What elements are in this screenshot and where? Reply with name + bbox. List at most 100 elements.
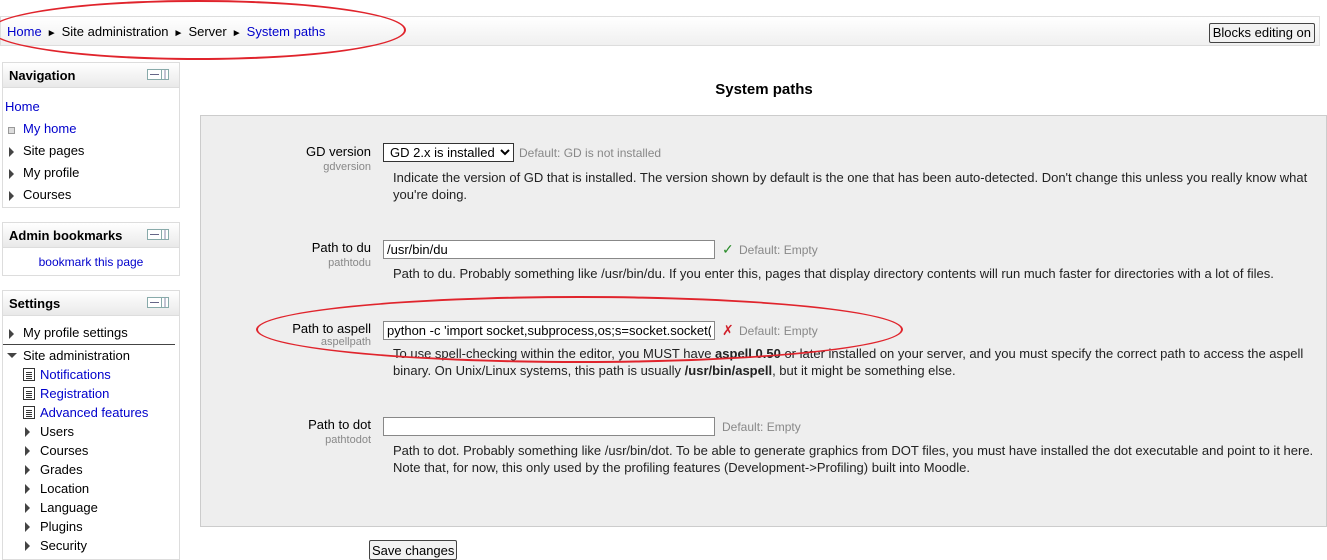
setting-label: GD version <box>305 144 371 159</box>
setting-key: pathtodu <box>328 257 371 269</box>
nav-item-my-home[interactable]: My home <box>3 118 179 140</box>
admin-item-location[interactable]: Location <box>3 479 179 498</box>
setting-label: Path to aspell <box>292 321 371 336</box>
admin-item-security[interactable]: Security <box>3 536 179 555</box>
nav-label: My profile <box>23 165 80 180</box>
nav-label: Site pages <box>23 143 85 158</box>
expand-icon[interactable] <box>25 446 30 456</box>
path-to-du-input[interactable] <box>383 240 715 259</box>
expand-icon[interactable] <box>9 169 14 179</box>
expand-icon[interactable] <box>25 465 30 475</box>
aspell-desc-part-1: To use spell-checking within the editor,… <box>393 346 716 361</box>
path-to-aspell-input[interactable] <box>383 321 715 340</box>
breadcrumb-site-administration[interactable]: Site administration <box>62 24 169 39</box>
breadcrumb: Home ► Site administration ► Server ► System p… <box>7 24 325 39</box>
setting-label: Path to du <box>311 240 371 255</box>
dock-icon[interactable] <box>147 229 169 240</box>
nav-item-my-profile-settings[interactable]: My profile settings <box>3 322 175 345</box>
admin-item-registration[interactable]: Registration <box>3 384 179 403</box>
nav-home-link[interactable]: Home <box>5 99 40 114</box>
setting-default: Default: Empty <box>722 420 801 434</box>
admin-item-advanced-features[interactable]: Advanced features <box>3 403 179 422</box>
setting-key: aspellpath <box>320 336 371 348</box>
admin-item-language[interactable]: Language <box>3 498 179 517</box>
breadcrumb-separator: ► <box>231 28 242 39</box>
expand-icon[interactable] <box>25 503 30 513</box>
advanced-features-link[interactable]: Advanced features <box>40 405 148 420</box>
setting-key: gdversion <box>323 161 371 173</box>
blocks-editing-button[interactable]: Blocks editing on <box>1208 23 1315 43</box>
setting-description: To use spell-checking within the editor,… <box>393 345 1318 379</box>
admin-item-notifications[interactable]: Notifications <box>3 365 179 384</box>
setting-key: pathtodot <box>325 434 371 446</box>
expand-icon[interactable] <box>9 191 14 201</box>
expand-icon[interactable] <box>25 427 30 437</box>
breadcrumb-separator: ► <box>46 28 57 39</box>
settings-block: Settings My profile settings Site admini… <box>2 290 180 560</box>
nav-label: Courses <box>40 443 89 458</box>
settings-form: GD version gdversion GD 2.x is installed… <box>200 115 1327 527</box>
dock-icon[interactable] <box>147 297 169 308</box>
setting-default: Default: Empty <box>739 324 818 338</box>
aspell-desc-bold-path: /usr/bin/aspell <box>684 363 773 378</box>
admin-item-users[interactable]: Users <box>3 422 179 441</box>
nav-label: Plugins <box>40 519 83 534</box>
nav-item-site-administration[interactable]: Site administration <box>3 345 179 365</box>
invalid-cross-icon: ✗ <box>722 322 734 338</box>
nav-my-home-link[interactable]: My home <box>23 121 76 136</box>
admin-item-courses[interactable]: Courses <box>3 441 179 460</box>
expand-icon[interactable] <box>9 147 14 157</box>
admin-bookmarks-title: Admin bookmarks <box>9 228 123 243</box>
breadcrumb-separator: ► <box>173 28 184 39</box>
aspell-desc-bold-version: aspell 0.50 <box>715 346 781 361</box>
settings-block-header: Settings <box>3 291 179 316</box>
navigation-block: Navigation Home My home Site pages My pr… <box>2 62 180 208</box>
nav-label: Users <box>40 424 74 439</box>
nav-label: Location <box>40 481 90 496</box>
collapse-icon[interactable] <box>7 353 17 358</box>
save-changes-button[interactable]: Save changes <box>369 540 458 560</box>
setting-default: Default: GD is not installed <box>519 146 662 160</box>
admin-bookmarks-block: Admin bookmarks bookmark this page <box>2 222 180 276</box>
setting-description: Path to du. Probably something like /usr… <box>393 266 1274 281</box>
nav-label: Courses <box>23 187 72 202</box>
notifications-link[interactable]: Notifications <box>40 367 111 382</box>
nav-label: Site administration <box>23 348 130 363</box>
nav-item-home[interactable]: Home <box>3 96 179 118</box>
page-title: System paths <box>715 81 813 98</box>
navigation-block-header: Navigation <box>3 63 179 88</box>
nav-item-site-pages[interactable]: Site pages <box>3 140 179 162</box>
bullet-icon <box>8 127 15 134</box>
page-icon <box>23 368 35 381</box>
admin-item-plugins[interactable]: Plugins <box>3 517 179 536</box>
valid-check-icon: ✓ <box>722 241 734 257</box>
path-to-dot-input[interactable] <box>383 417 715 436</box>
settings-block-title: Settings <box>9 296 61 311</box>
expand-icon[interactable] <box>25 484 30 494</box>
page-icon <box>23 406 35 419</box>
gd-version-select[interactable]: GD 2.x is installed <box>383 143 514 162</box>
page-icon <box>23 387 35 400</box>
nav-label: My profile settings <box>23 325 128 340</box>
registration-link[interactable]: Registration <box>40 386 109 401</box>
admin-bookmarks-header: Admin bookmarks <box>3 223 179 248</box>
nav-item-courses[interactable]: Courses <box>3 184 179 206</box>
setting-description: Indicate the version of GD that is insta… <box>393 170 1308 202</box>
navbar: Home ► Site administration ► Server ► System p… <box>0 16 1320 46</box>
breadcrumb-server[interactable]: Server <box>188 24 226 39</box>
aspell-desc-part-3: , but it might be something else. <box>772 363 956 378</box>
expand-icon[interactable] <box>25 522 30 532</box>
navigation-block-title: Navigation <box>9 68 76 83</box>
nav-label: Language <box>40 500 98 515</box>
dock-icon[interactable] <box>147 69 169 80</box>
setting-description: Path to dot. Probably something like /us… <box>393 443 1314 475</box>
breadcrumb-system-paths[interactable]: System paths <box>247 24 326 39</box>
setting-label: Path to dot <box>308 417 371 432</box>
expand-icon[interactable] <box>25 541 30 551</box>
breadcrumb-home[interactable]: Home <box>7 24 42 39</box>
expand-icon[interactable] <box>9 329 14 339</box>
admin-item-grades[interactable]: Grades <box>3 460 179 479</box>
nav-label: Grades <box>40 462 83 477</box>
nav-item-my-profile[interactable]: My profile <box>3 162 179 184</box>
bookmark-this-page-link[interactable]: bookmark this page <box>39 255 144 269</box>
